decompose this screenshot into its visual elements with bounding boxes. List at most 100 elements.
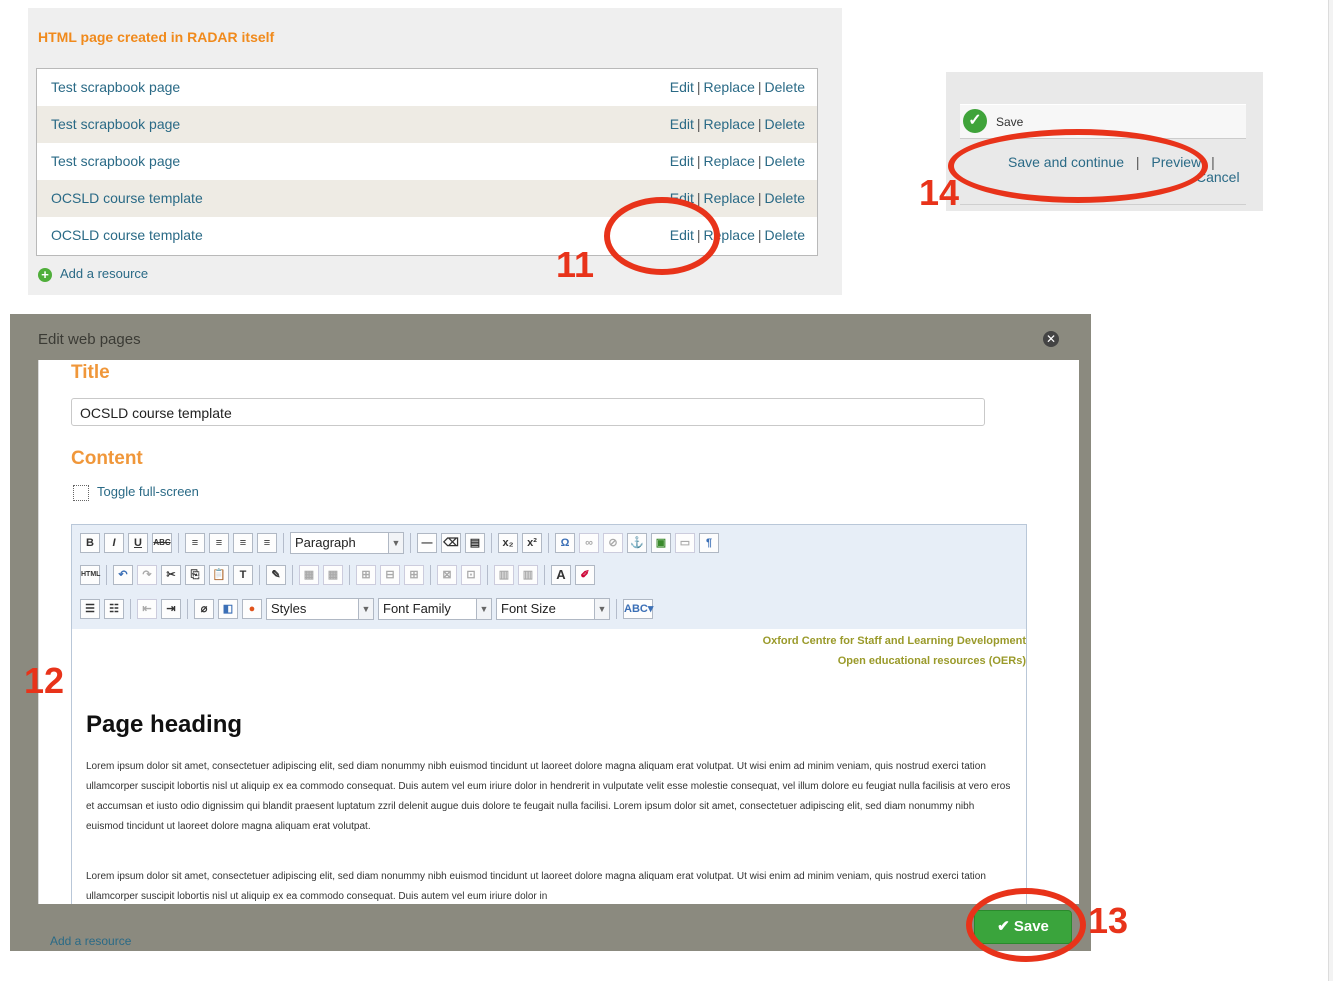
unlink-icon[interactable]: ⊘ bbox=[603, 533, 623, 553]
special-character-icon[interactable]: Ω bbox=[555, 533, 575, 553]
toolbar-divider bbox=[259, 565, 260, 585]
cut-icon[interactable]: ✂ bbox=[161, 565, 181, 585]
html-source-icon[interactable]: HTML bbox=[80, 565, 100, 585]
font-size-select[interactable]: Font Size ▼ bbox=[496, 598, 610, 620]
edit-link[interactable]: Edit bbox=[670, 79, 694, 95]
row-props-icon[interactable]: ▥ bbox=[518, 565, 538, 585]
toolbar-divider bbox=[130, 599, 131, 619]
undo-icon[interactable]: ↶ bbox=[113, 565, 133, 585]
annotation-12: 12 bbox=[24, 660, 65, 701]
subscript-icon[interactable]: x₂ bbox=[498, 533, 518, 553]
annotation-11: 11 bbox=[556, 244, 595, 285]
page-heading: Page heading bbox=[86, 711, 243, 738]
separator: | bbox=[696, 153, 701, 169]
insert-row-icon[interactable]: ⊞ bbox=[356, 565, 376, 585]
redo-icon[interactable]: ↷ bbox=[137, 565, 157, 585]
title-input[interactable]: OCSLD course template bbox=[71, 398, 985, 426]
table-props-icon[interactable]: ▦ bbox=[323, 565, 343, 585]
align-center-icon[interactable]: ≡ bbox=[209, 533, 229, 553]
align-left-icon[interactable]: ≡ bbox=[185, 533, 205, 553]
table-icon[interactable]: ▦ bbox=[299, 565, 319, 585]
spellcheck-icon[interactable]: ABC▾ bbox=[623, 599, 653, 619]
resource-name-link[interactable]: OCSLD course template bbox=[51, 190, 203, 206]
delete-link[interactable]: Delete bbox=[765, 190, 805, 206]
align-justify-icon[interactable]: ≡ bbox=[257, 533, 277, 553]
org-line-2: Open educational resources (OERs) bbox=[837, 655, 1026, 667]
resource-name-link[interactable]: Test scrapbook page bbox=[51, 153, 180, 169]
horizontal-rule-icon[interactable]: — bbox=[417, 533, 437, 553]
paperclip-icon[interactable]: ⌀ bbox=[194, 599, 214, 619]
chevron-down-icon: ▼ bbox=[594, 599, 609, 619]
insert-col-icon[interactable]: ⊞ bbox=[404, 565, 424, 585]
eraser-icon[interactable]: ⌫ bbox=[441, 533, 461, 553]
dialog-left-edge bbox=[10, 314, 18, 904]
format-select[interactable]: Paragraph ▼ bbox=[290, 532, 404, 554]
indent-icon[interactable]: ⇥ bbox=[161, 599, 181, 619]
replace-link[interactable]: Replace bbox=[704, 153, 755, 169]
resource-name-link[interactable]: OCSLD course template bbox=[51, 227, 203, 243]
annotation-14: 14 bbox=[919, 172, 960, 213]
replace-link[interactable]: Replace bbox=[704, 79, 755, 95]
align-right-icon[interactable]: ≡ bbox=[233, 533, 253, 553]
text-direction-icon[interactable]: ¶ bbox=[699, 533, 719, 553]
copy-icon[interactable]: ⎘ bbox=[185, 565, 205, 585]
close-icon[interactable]: ✕ bbox=[1043, 331, 1059, 347]
strikethrough-icon[interactable]: ABC bbox=[152, 533, 172, 553]
delete-link[interactable]: Delete bbox=[765, 79, 805, 95]
embed-media-icon[interactable]: ◧ bbox=[218, 599, 238, 619]
separator: | bbox=[696, 190, 701, 206]
delete-link[interactable]: Delete bbox=[765, 153, 805, 169]
image-icon[interactable]: ▣ bbox=[651, 533, 671, 553]
annotation-circle bbox=[966, 888, 1086, 962]
paste-text-icon[interactable]: T bbox=[233, 565, 253, 585]
toggle-fullscreen-link[interactable]: Toggle full-screen bbox=[73, 484, 199, 501]
bullet-list-icon[interactable]: ☰ bbox=[80, 599, 100, 619]
toolbar-divider bbox=[548, 533, 549, 553]
separator: | bbox=[757, 227, 762, 243]
visual-aid-icon[interactable]: ▤ bbox=[465, 533, 485, 553]
text-color-icon[interactable]: A bbox=[551, 565, 571, 585]
separator: | bbox=[696, 79, 701, 95]
italic-icon[interactable]: I bbox=[104, 533, 124, 553]
superscript-icon[interactable]: x² bbox=[522, 533, 542, 553]
background-add-resource-text: Add a resource bbox=[50, 934, 132, 948]
styles-select[interactable]: Styles ▼ bbox=[266, 598, 374, 620]
edit-link[interactable]: Edit bbox=[670, 153, 694, 169]
link-icon[interactable]: ∞ bbox=[579, 533, 599, 553]
font-family-select[interactable]: Font Family ▼ bbox=[378, 598, 492, 620]
edit-web-pages-dialog: Edit web pages ✕ Title OCSLD course temp… bbox=[10, 314, 1091, 951]
delete-row-icon[interactable]: ⊟ bbox=[380, 565, 400, 585]
cell-props-icon[interactable]: ▥ bbox=[494, 565, 514, 585]
divider bbox=[960, 204, 1246, 205]
row-actions: Edit | Replace | Delete bbox=[670, 153, 805, 169]
numbered-list-icon[interactable]: ☷ bbox=[104, 599, 124, 619]
edit-link[interactable]: Edit bbox=[670, 116, 694, 132]
title-label: Title bbox=[71, 362, 110, 383]
annotation-13: 13 bbox=[1088, 900, 1129, 941]
underline-icon[interactable]: U bbox=[128, 533, 148, 553]
add-resource-link[interactable]: + Add a resource bbox=[38, 266, 148, 282]
color-wheel-icon[interactable]: ● bbox=[242, 599, 262, 619]
editor-document[interactable]: Oxford Centre for Staff and Learning Dev… bbox=[72, 629, 1026, 904]
outdent-icon[interactable]: ⇤ bbox=[137, 599, 157, 619]
resource-name-link[interactable]: Test scrapbook page bbox=[51, 79, 180, 95]
replace-link[interactable]: Replace bbox=[704, 190, 755, 206]
highlight-icon[interactable]: ✐ bbox=[575, 565, 595, 585]
merge-cells-icon[interactable]: ⊠ bbox=[437, 565, 457, 585]
toggle-fullscreen-label: Toggle full-screen bbox=[97, 484, 199, 499]
delete-link[interactable]: Delete bbox=[765, 116, 805, 132]
anchor-icon[interactable]: ⚓ bbox=[627, 533, 647, 553]
replace-link[interactable]: Replace bbox=[704, 116, 755, 132]
rich-text-editor: B I U ABC ≡ ≡ ≡ ≡ Paragraph ▼ — ⌫ ▤ x₂ x… bbox=[71, 524, 1027, 904]
paste-icon[interactable]: 📋 bbox=[209, 565, 229, 585]
resource-name-link[interactable]: Test scrapbook page bbox=[51, 116, 180, 132]
font-size-select-value: Font Size bbox=[501, 601, 556, 616]
toolbar-row-2: HTML ↶ ↷ ✂ ⎘ 📋 T ✎ ▦ ▦ ⊞ ⊟ ⊞ ⊠ ⊡ ▥ ▥ A ✐ bbox=[78, 561, 597, 589]
media-icon[interactable]: ▭ bbox=[675, 533, 695, 553]
cleanup-icon[interactable]: ✎ bbox=[266, 565, 286, 585]
delete-link[interactable]: Delete bbox=[765, 227, 805, 243]
bold-icon[interactable]: B bbox=[80, 533, 100, 553]
dialog-title: Edit web pages bbox=[38, 331, 141, 348]
editor-toolbar: B I U ABC ≡ ≡ ≡ ≡ Paragraph ▼ — ⌫ ▤ x₂ x… bbox=[72, 525, 1026, 630]
split-cells-icon[interactable]: ⊡ bbox=[461, 565, 481, 585]
